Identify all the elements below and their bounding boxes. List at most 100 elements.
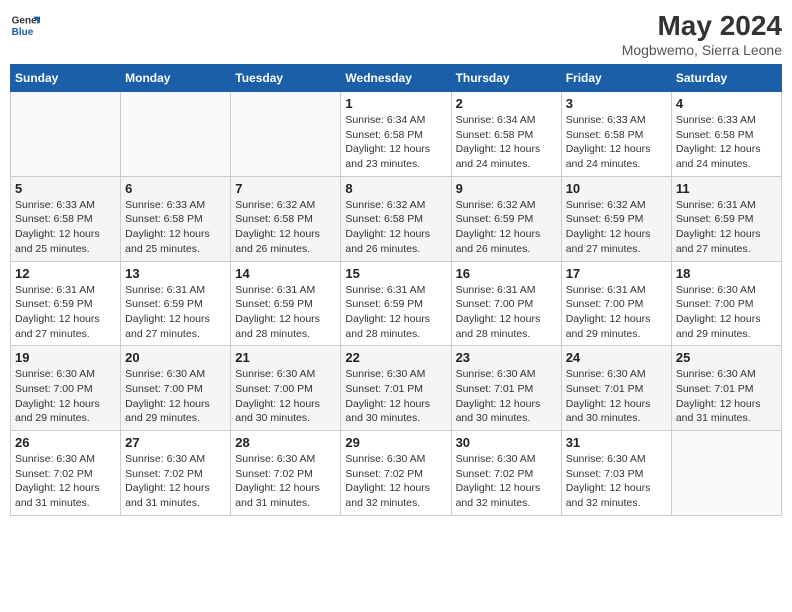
day-info: Sunrise: 6:30 AM Sunset: 7:01 PM Dayligh… [566,367,667,426]
week-row-2: 5 Sunrise: 6:33 AM Sunset: 6:58 PM Daylig… [11,176,782,261]
weekday-header-wednesday: Wednesday [341,65,451,92]
day-number: 13 [125,266,226,281]
week-row-3: 12 Sunrise: 6:31 AM Sunset: 6:59 PM Dayli… [11,261,782,346]
calendar-cell: 16Sunrise: 6:31 AM Sunset: 7:00 PM Dayli… [451,261,561,346]
day-info: Sunrise: 6:32 AM Sunset: 6:59 PM Dayligh… [566,198,667,257]
day-number: 18 [676,266,777,281]
day-info: Sunrise: 6:33 AM Sunset: 6:58 PM Dayligh… [15,198,116,257]
calendar-cell: 14 Sunrise: 6:31 AM Sunset: 6:59 PM Dayli… [231,261,341,346]
day-info: Sunrise: 6:31 AM Sunset: 6:59 PM Dayligh… [235,283,336,342]
day-info: Sunrise: 6:34 AM Sunset: 6:58 PM Dayligh… [456,113,557,172]
calendar-cell: 10 Sunrise: 6:32 AM Sunset: 6:59 PM Dayli… [561,176,671,261]
calendar-cell: 24 Sunrise: 6:30 AM Sunset: 7:01 PM Dayli… [561,346,671,431]
day-info: Sunrise: 6:30 AM Sunset: 7:01 PM Dayligh… [345,367,446,426]
calendar-cell: 25Sunrise: 6:30 AM Sunset: 7:01 PM Dayli… [671,346,781,431]
calendar-cell: 22 Sunrise: 6:30 AM Sunset: 7:01 PM Dayli… [341,346,451,431]
calendar-cell: 29Sunrise: 6:30 AM Sunset: 7:02 PM Dayli… [341,431,451,516]
calendar-cell: 26 Sunrise: 6:30 AM Sunset: 7:02 PM Dayli… [11,431,121,516]
day-number: 2 [456,96,557,111]
day-info: Sunrise: 6:30 AM Sunset: 7:02 PM Dayligh… [345,452,446,511]
calendar-cell: 20Sunrise: 6:30 AM Sunset: 7:00 PM Dayli… [121,346,231,431]
calendar-cell: 13 Sunrise: 6:31 AM Sunset: 6:59 PM Dayli… [121,261,231,346]
calendar-cell: 5 Sunrise: 6:33 AM Sunset: 6:58 PM Daylig… [11,176,121,261]
weekday-header-sunday: Sunday [11,65,121,92]
calendar-cell: 4 Sunrise: 6:33 AM Sunset: 6:58 PM Daylig… [671,92,781,177]
logo-icon: General Blue [10,10,40,40]
calendar-cell: 27 Sunrise: 6:30 AM Sunset: 7:02 PM Dayli… [121,431,231,516]
day-info: Sunrise: 6:32 AM Sunset: 6:58 PM Dayligh… [235,198,336,257]
weekday-header-thursday: Thursday [451,65,561,92]
calendar-cell: 9 Sunrise: 6:32 AM Sunset: 6:59 PM Daylig… [451,176,561,261]
day-number: 31 [566,435,667,450]
day-number: 23 [456,350,557,365]
calendar-table: SundayMondayTuesdayWednesdayThursdayFrid… [10,64,782,516]
day-number: 14 [235,266,336,281]
title-area: May 2024 Mogbwemo, Sierra Leone [622,10,782,58]
day-number: 4 [676,96,777,111]
calendar-cell: 28 Sunrise: 6:30 AM Sunset: 7:02 PM Dayli… [231,431,341,516]
day-number: 26 [15,435,116,450]
calendar-cell: 23 Sunrise: 6:30 AM Sunset: 7:01 PM Dayli… [451,346,561,431]
day-number: 28 [235,435,336,450]
day-number: 19 [15,350,116,365]
day-info: Sunrise: 6:32 AM Sunset: 6:59 PM Dayligh… [456,198,557,257]
day-number: 9 [456,181,557,196]
day-info: Sunrise: 6:33 AM Sunset: 6:58 PM Dayligh… [676,113,777,172]
calendar-body: 1 Sunrise: 6:34 AM Sunset: 6:58 PM Daylig… [11,92,782,516]
day-info: Sunrise: 6:34 AM Sunset: 6:58 PM Dayligh… [345,113,446,172]
calendar-cell: 8 Sunrise: 6:32 AM Sunset: 6:58 PM Daylig… [341,176,451,261]
calendar-cell [11,92,121,177]
day-number: 12 [15,266,116,281]
day-info: Sunrise: 6:31 AM Sunset: 6:59 PM Dayligh… [676,198,777,257]
day-number: 15 [345,266,446,281]
page-header: General Blue General Blue May 2024 Mogbw… [10,10,782,58]
location-label: Mogbwemo, Sierra Leone [622,42,782,58]
calendar-cell: 6 Sunrise: 6:33 AM Sunset: 6:58 PM Daylig… [121,176,231,261]
day-info: Sunrise: 6:30 AM Sunset: 7:02 PM Dayligh… [125,452,226,511]
day-number: 30 [456,435,557,450]
day-info: Sunrise: 6:31 AM Sunset: 7:00 PM Dayligh… [456,283,557,342]
calendar-cell: 21Sunrise: 6:30 AM Sunset: 7:00 PM Dayli… [231,346,341,431]
weekday-header-tuesday: Tuesday [231,65,341,92]
weekday-header-saturday: Saturday [671,65,781,92]
day-info: Sunrise: 6:33 AM Sunset: 6:58 PM Dayligh… [125,198,226,257]
day-info: Sunrise: 6:30 AM Sunset: 7:00 PM Dayligh… [235,367,336,426]
calendar-cell: 3Sunrise: 6:33 AM Sunset: 6:58 PM Daylig… [561,92,671,177]
day-info: Sunrise: 6:30 AM Sunset: 7:02 PM Dayligh… [15,452,116,511]
calendar-cell: 15 Sunrise: 6:31 AM Sunset: 6:59 PM Dayli… [341,261,451,346]
calendar-cell [231,92,341,177]
day-number: 1 [345,96,446,111]
day-info: Sunrise: 6:30 AM Sunset: 7:02 PM Dayligh… [456,452,557,511]
weekday-header-friday: Friday [561,65,671,92]
day-number: 5 [15,181,116,196]
calendar-cell: 17Sunrise: 6:31 AM Sunset: 7:00 PM Dayli… [561,261,671,346]
day-info: Sunrise: 6:31 AM Sunset: 6:59 PM Dayligh… [15,283,116,342]
day-number: 11 [676,181,777,196]
day-info: Sunrise: 6:31 AM Sunset: 7:00 PM Dayligh… [566,283,667,342]
day-number: 24 [566,350,667,365]
day-number: 22 [345,350,446,365]
day-number: 6 [125,181,226,196]
day-number: 27 [125,435,226,450]
day-info: Sunrise: 6:32 AM Sunset: 6:58 PM Dayligh… [345,198,446,257]
day-info: Sunrise: 6:30 AM Sunset: 7:00 PM Dayligh… [676,283,777,342]
calendar-cell: 7Sunrise: 6:32 AM Sunset: 6:58 PM Daylig… [231,176,341,261]
calendar-cell: 2 Sunrise: 6:34 AM Sunset: 6:58 PM Daylig… [451,92,561,177]
day-number: 10 [566,181,667,196]
day-number: 25 [676,350,777,365]
week-row-5: 26 Sunrise: 6:30 AM Sunset: 7:02 PM Dayli… [11,431,782,516]
day-info: Sunrise: 6:30 AM Sunset: 7:01 PM Dayligh… [456,367,557,426]
calendar-cell: 11 Sunrise: 6:31 AM Sunset: 6:59 PM Dayli… [671,176,781,261]
calendar-cell: 30 Sunrise: 6:30 AM Sunset: 7:02 PM Dayli… [451,431,561,516]
day-info: Sunrise: 6:31 AM Sunset: 6:59 PM Dayligh… [125,283,226,342]
day-info: Sunrise: 6:31 AM Sunset: 6:59 PM Dayligh… [345,283,446,342]
calendar-cell [121,92,231,177]
calendar-cell: 1 Sunrise: 6:34 AM Sunset: 6:58 PM Daylig… [341,92,451,177]
day-number: 3 [566,96,667,111]
day-info: Sunrise: 6:30 AM Sunset: 7:02 PM Dayligh… [235,452,336,511]
calendar-cell: 12 Sunrise: 6:31 AM Sunset: 6:59 PM Dayli… [11,261,121,346]
month-title: May 2024 [622,10,782,42]
day-number: 8 [345,181,446,196]
day-info: Sunrise: 6:30 AM Sunset: 7:03 PM Dayligh… [566,452,667,511]
day-info: Sunrise: 6:30 AM Sunset: 7:00 PM Dayligh… [15,367,116,426]
